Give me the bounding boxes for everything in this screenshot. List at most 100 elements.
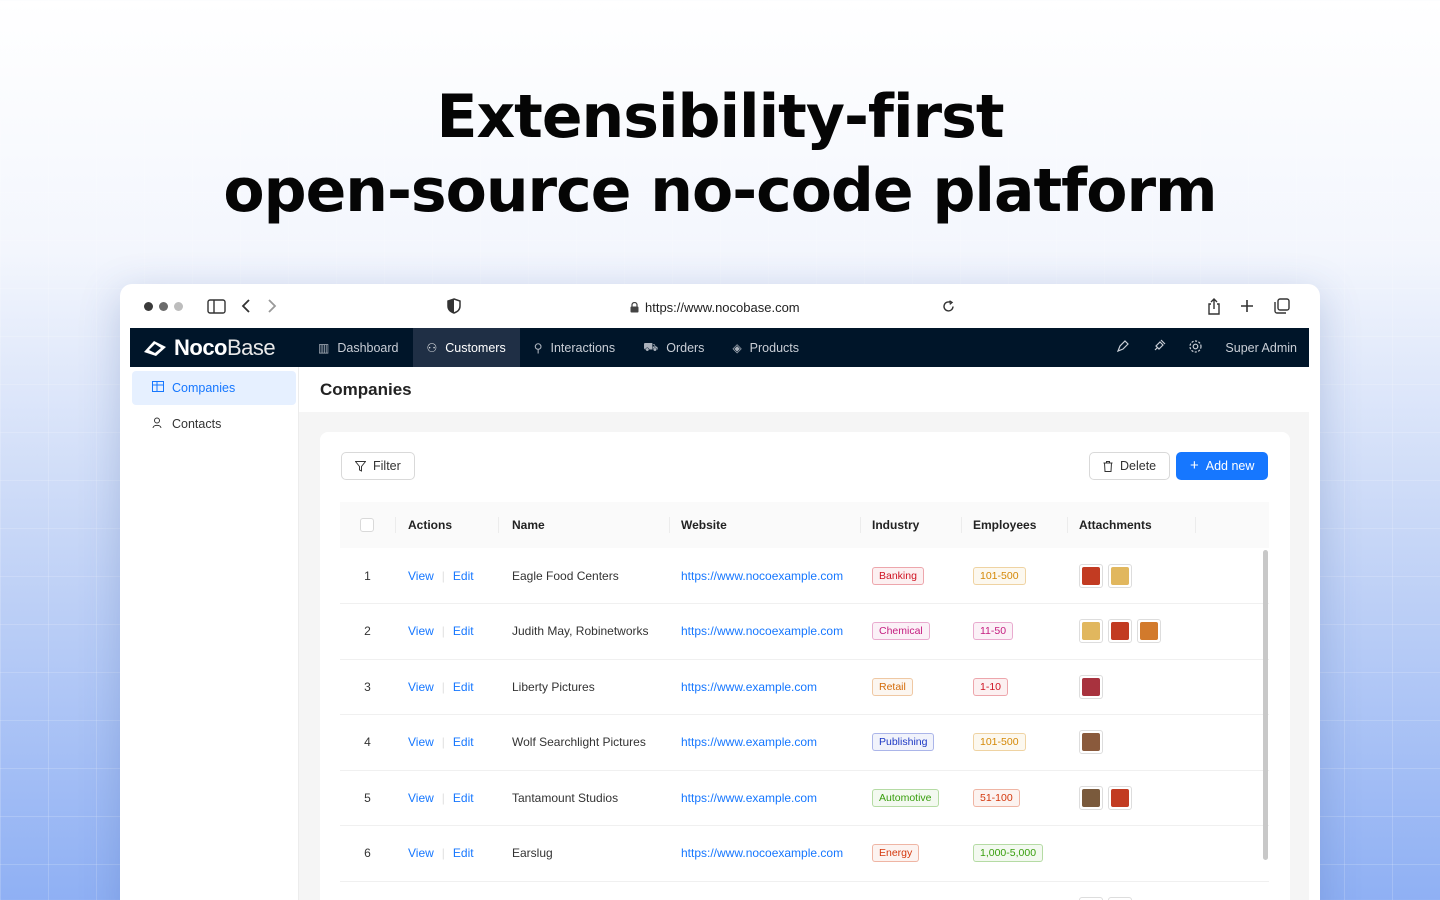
settings-gear-icon[interactable] [1188,339,1203,357]
company-name: Eagle Food Centers [512,568,619,583]
plugin-icon[interactable] [1152,339,1166,356]
sidebar-toggle-icon[interactable] [206,296,226,316]
website-link[interactable]: https://www.example.com [681,791,817,805]
table-scrollbar[interactable] [1263,550,1268,860]
attachments-cell [1067,548,1195,604]
logo[interactable]: NocoBase [130,335,304,361]
column-header-attachments[interactable]: Attachments [1067,502,1195,548]
company-website: https://www.nocoexample.com [669,604,860,660]
view-link[interactable]: View [408,735,434,749]
row-index: 7 [340,881,395,900]
view-link[interactable]: View [408,680,434,694]
column-header-employees[interactable]: Employees [961,502,1067,548]
website-link[interactable]: https://www.nocoexample.com [681,624,843,638]
add-new-button[interactable]: + Add new [1176,452,1269,480]
sidebar-item-contacts[interactable]: Contacts [132,407,296,441]
company-website: https://www.example.com [669,770,860,826]
reload-icon[interactable] [938,296,958,316]
filter-button[interactable]: Filter [341,452,415,480]
cart-icon: ⛟ [643,339,659,354]
sidebar-item-companies[interactable]: Companies [132,371,296,405]
edit-link[interactable]: Edit [453,569,474,583]
row-actions: View | Edit [395,826,498,882]
table-row[interactable]: 3 View | Edit Liberty Pictures https://www… [340,659,1269,715]
row-actions: View | Edit [395,715,498,771]
table-row[interactable]: 4 View | Edit Wolf Searchlight Pictures ht… [340,715,1269,771]
attachment-thumbnail[interactable] [1108,785,1132,810]
row-index: 6 [364,846,371,861]
tabs-overview-icon[interactable] [1272,296,1292,316]
attachment-thumbnail[interactable] [1079,785,1103,810]
column-header-actions[interactable]: Actions [395,502,498,548]
table-row[interactable]: 6 View | Edit Earslug https://www.nocoexam… [340,826,1269,882]
view-link[interactable]: View [408,791,434,805]
extra-cell [1195,826,1269,882]
user-menu[interactable]: Super Admin [1225,341,1297,355]
window-dot-close[interactable] [144,302,153,311]
table-row[interactable]: 5 View | Edit Tantamount Studios https://w… [340,770,1269,826]
edit-link[interactable]: Edit [453,680,474,694]
nav-item-label: Orders [666,340,705,355]
select-all-checkbox[interactable] [360,518,374,532]
headline-line-2: open-source no-code platform [223,156,1217,226]
shield-icon[interactable] [444,296,464,316]
industry-cell: Publishing [860,715,961,771]
column-header-name[interactable]: Name [498,502,669,548]
attachment-thumbnail[interactable] [1108,563,1132,588]
edit-link[interactable]: Edit [453,791,474,805]
forward-icon[interactable] [262,296,282,316]
nav-item-customers[interactable]: ⚇ Customers [412,328,520,367]
industry-cell: Energy [860,826,961,882]
view-link[interactable]: View [408,624,434,638]
logo-text-light: Base [227,334,276,360]
ui-editor-icon[interactable] [1116,339,1130,356]
table-row[interactable]: 1 View | Edit Eagle Food Centers https://w… [340,548,1269,604]
website-link[interactable]: https://www.nocoexample.com [681,569,843,583]
filter-label: Filter [373,459,401,473]
attachments-cell [1067,826,1195,882]
employees-cell: 1,000-5,000 [961,826,1067,882]
new-tab-icon[interactable] [1237,296,1257,316]
attachment-thumbnail[interactable] [1108,619,1132,644]
nav-item-interactions[interactable]: ⚲ Interactions [520,328,629,367]
attachment-thumbnail[interactable] [1079,563,1103,588]
window-dot-minimize[interactable] [159,302,168,311]
back-icon[interactable] [236,296,256,316]
nav-item-dashboard[interactable]: ▥ Dashboard [304,328,413,367]
nav-item-orders[interactable]: ⛟ Orders [629,328,718,367]
industry-tag: Chemical [872,622,930,641]
attachment-thumbnail[interactable] [1079,730,1103,755]
row-index: 3 [364,679,371,694]
table-row[interactable]: 2 View | Edit Judith May, Robinetworks htt… [340,604,1269,660]
employees-cell: 1-10 [961,659,1067,715]
row-index: 4 [364,735,371,750]
table-row[interactable]: 7 View|Edit FireBasket https://www.nocoe… [340,881,1269,900]
share-icon[interactable] [1204,296,1224,316]
nav-item-products[interactable]: ◈ Products [718,328,813,367]
select-all-header [340,502,395,548]
column-header-website[interactable]: Website [669,502,860,548]
sidebar: Companies Contacts [130,367,299,900]
company-website: https://www.nocoexample.com [669,881,860,900]
website-link[interactable]: https://www.example.com [681,735,817,749]
address-bar[interactable]: https://www.nocobase.com [630,297,800,317]
nav-item-label: Dashboard [337,340,399,355]
column-header-industry[interactable]: Industry [860,502,961,548]
table-header-row: Actions Name Website Industry Employees … [340,502,1269,548]
company-website: https://www.nocoexample.com [669,548,860,604]
browser-window: https://www.nocobase.com NocoBase ▥ Dash… [120,284,1320,900]
edit-link[interactable]: Edit [453,624,474,638]
attachment-thumbnail[interactable] [1137,619,1161,644]
employees-tag: 1-10 [973,677,1009,696]
edit-link[interactable]: Edit [453,846,474,860]
window-dot-maximize[interactable] [174,302,183,311]
employees-tag: 11-50 [973,622,1014,641]
attachment-thumbnail[interactable] [1079,674,1103,699]
view-link[interactable]: View [408,846,434,860]
view-link[interactable]: View [408,569,434,583]
delete-button[interactable]: Delete [1089,452,1171,480]
edit-link[interactable]: Edit [453,735,474,749]
attachment-thumbnail[interactable] [1079,619,1103,644]
website-link[interactable]: https://www.nocoexample.com [681,846,843,860]
website-link[interactable]: https://www.example.com [681,680,817,694]
